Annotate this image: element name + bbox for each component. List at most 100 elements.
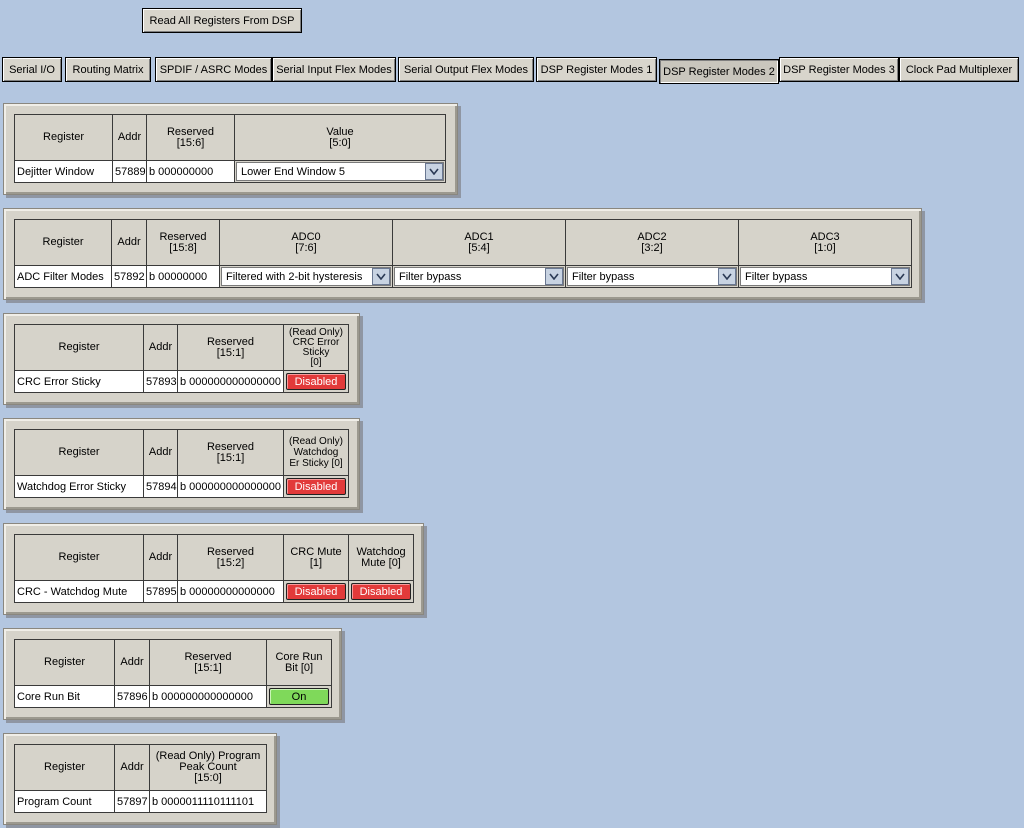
header-reserved: Reserved [15:2] [177,534,284,581]
reserved-bits: b 000000000000000 [177,475,284,498]
crc-mute-toggle[interactable]: Disabled [286,583,346,600]
status-cell: Disabled [283,475,349,498]
tab-routing-matrix[interactable]: Routing Matrix [65,57,151,82]
header-adc1: ADC1 [5:4] [392,219,566,266]
tab-dsp-register-modes-1[interactable]: DSP Register Modes 1 [536,57,657,82]
header-core-run-bit: Core Run Bit [0] [266,639,332,686]
core-run-toggle[interactable]: On [269,688,329,705]
register-name: CRC Error Sticky [14,370,144,393]
header-reserved: Reserved [15:1] [149,639,267,686]
header-addr: Addr [143,534,178,581]
register-addr: 57896 [114,685,150,708]
adc3-select[interactable]: Filter bypass [740,267,910,286]
adc-filter-panel: Register Addr Reserved [15:8] ADC0 [7:6]… [3,208,922,300]
header-reserved: Reserved [15:1] [177,429,284,476]
tab-dsp-register-modes-3[interactable]: DSP Register Modes 3 [779,57,899,82]
header-register: Register [14,324,144,371]
register-name: Watchdog Error Sticky [14,475,144,498]
select-value: Filter bypass [572,270,635,283]
dejitter-window-select[interactable]: Lower End Window 5 [236,162,444,181]
core-run-bit-panel: Register Addr Reserved [15:1] Core Run B… [3,628,342,720]
reserved-bits: b 000000000000000 [149,685,267,708]
watchdog-error-sticky-indicator: Disabled [286,478,346,495]
select-value: Filter bypass [399,270,462,283]
register-addr: 57893 [143,370,178,393]
register-addr: 57897 [114,790,150,813]
register-addr: 57894 [143,475,178,498]
adc2-cell: Filter bypass [565,265,739,288]
table-row: ADC Filter Modes 57892 b 00000000 Filter… [14,265,912,288]
register-name: CRC - Watchdog Mute [14,580,144,603]
adc1-cell: Filter bypass [392,265,566,288]
header-watchdog-er-sticky: (Read Only) Watchdog Er Sticky [0] [283,429,349,476]
header-crc-error-sticky: (Read Only) CRC Error Sticky [0] [283,324,349,371]
header-register: Register [14,219,112,266]
program-count-panel: Register Addr (Read Only) Program Peak C… [3,733,277,825]
status-cell: Disabled [283,580,349,603]
table-row: Watchdog Error Sticky 57894 b 0000000000… [14,475,349,498]
register-addr: 57892 [111,265,147,288]
header-value: Value [5:0] [234,114,446,161]
tab-serial-output-flex-modes[interactable]: Serial Output Flex Modes [398,57,534,82]
header-register: Register [14,639,115,686]
chevron-down-icon[interactable] [425,163,443,180]
value-cell: Lower End Window 5 [234,160,446,183]
adc0-select[interactable]: Filtered with 2-bit hysteresis [221,267,391,286]
header-register: Register [14,114,113,161]
adc3-cell: Filter bypass [738,265,912,288]
adc2-select[interactable]: Filter bypass [567,267,737,286]
status-cell: Disabled [348,580,414,603]
header-program-peak-count: (Read Only) Program Peak Count [15:0] [149,744,267,791]
header-crc-mute: CRC Mute [1] [283,534,349,581]
header-addr: Addr [114,639,150,686]
program-count-value: b 0000011110111101 [149,790,267,813]
header-addr: Addr [112,114,147,161]
reserved-bits: b 00000000000000 [177,580,284,603]
register-addr: 57889 [112,160,147,183]
table-row: CRC - Watchdog Mute 57895 b 000000000000… [14,580,414,603]
tab-dsp-register-modes-2[interactable]: DSP Register Modes 2 [659,59,779,84]
select-value: Filtered with 2-bit hysteresis [226,270,363,283]
header-reserved: Reserved [15:1] [177,324,284,371]
adc1-select[interactable]: Filter bypass [394,267,564,286]
tab-clock-pad-multiplexer[interactable]: Clock Pad Multiplexer [899,57,1019,82]
header-register: Register [14,534,144,581]
select-value: Lower End Window 5 [241,165,345,178]
header-register: Register [14,744,115,791]
header-adc3: ADC3 [1:0] [738,219,912,266]
chevron-down-icon[interactable] [718,268,736,285]
header-addr: Addr [111,219,147,266]
header-register: Register [14,429,144,476]
tab-serial-input-flex-modes[interactable]: Serial Input Flex Modes [272,57,396,82]
register-addr: 57895 [143,580,178,603]
header-adc0: ADC0 [7:6] [219,219,393,266]
header-addr: Addr [143,324,178,371]
register-name: ADC Filter Modes [14,265,112,288]
table-row: Program Count 57897 b 0000011110111101 [14,790,267,813]
reserved-bits: b 000000000000000 [177,370,284,393]
reserved-bits: b 00000000 [146,265,220,288]
tab-spdif-asrc-modes[interactable]: SPDIF / ASRC Modes [155,57,272,82]
register-name: Dejitter Window [14,160,113,183]
crc-error-sticky-indicator: Disabled [286,373,346,390]
status-cell: On [266,685,332,708]
chevron-down-icon[interactable] [891,268,909,285]
register-name: Core Run Bit [14,685,115,708]
header-watchdog-mute: Watchdog Mute [0] [348,534,414,581]
dejitter-panel: Register Addr Reserved [15:6] Value [5:0… [3,103,458,195]
read-all-registers-button[interactable]: Read All Registers From DSP [142,8,302,33]
select-value: Filter bypass [745,270,808,283]
chevron-down-icon[interactable] [545,268,563,285]
table-row: CRC Error Sticky 57893 b 000000000000000… [14,370,349,393]
chevron-down-icon[interactable] [372,268,390,285]
table-row: Core Run Bit 57896 b 000000000000000 On [14,685,332,708]
watchdog-mute-toggle[interactable]: Disabled [351,583,411,600]
header-adc2: ADC2 [3:2] [565,219,739,266]
reserved-bits: b 000000000 [146,160,235,183]
header-addr: Addr [114,744,150,791]
header-addr: Addr [143,429,178,476]
header-reserved: Reserved [15:6] [146,114,235,161]
status-cell: Disabled [283,370,349,393]
crc-error-sticky-panel: Register Addr Reserved [15:1] (Read Only… [3,313,360,405]
tab-serial-io[interactable]: Serial I/O [2,57,62,82]
